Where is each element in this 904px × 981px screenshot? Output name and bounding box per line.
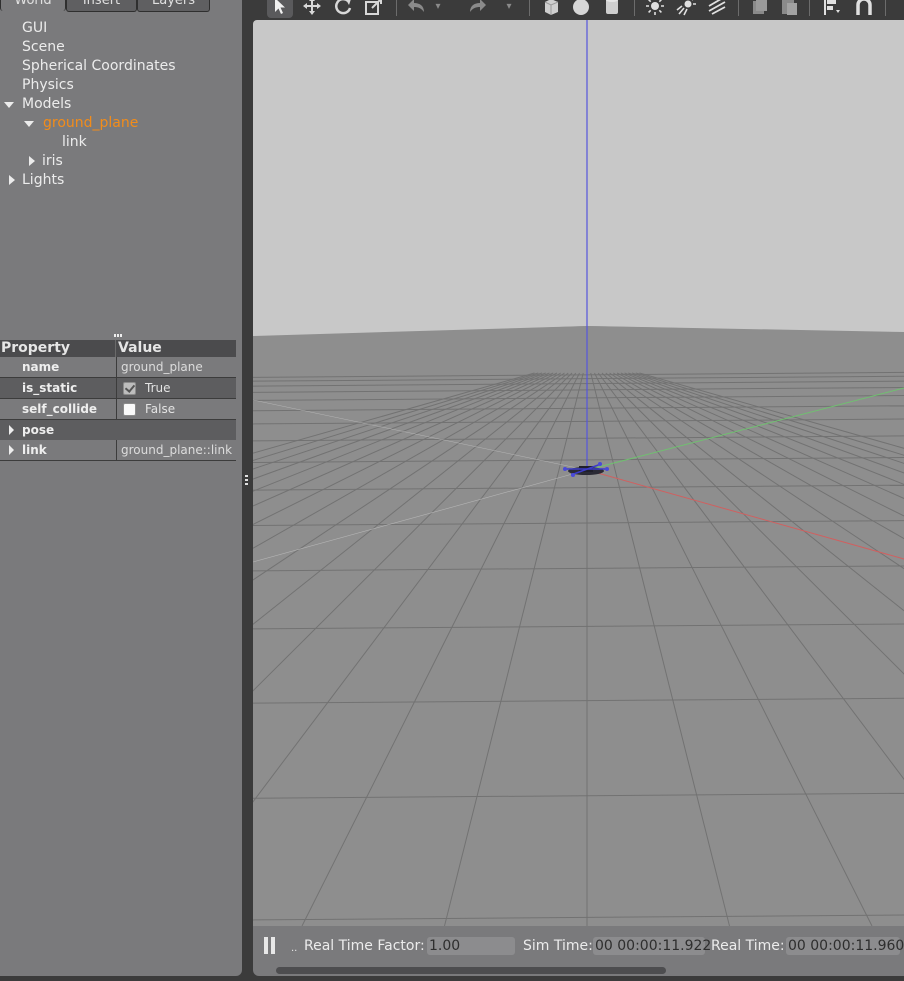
tree-item-scene[interactable]: Scene [22,38,65,57]
property-value[interactable]: ground_plane::link [121,440,232,460]
box-icon[interactable] [538,0,564,18]
tab-insert[interactable]: Insert [66,0,137,12]
toolbar-separator [885,0,886,16]
property-name: name [22,360,60,374]
property-row-is-static[interactable]: is_static True [0,378,236,399]
tree-item-lights[interactable]: Lights [22,171,64,190]
expand-arrow-lights-icon[interactable] [9,175,15,185]
property-row-pose[interactable]: pose [0,420,236,441]
header-property[interactable]: Property [1,340,70,357]
splitter-grip-icon[interactable] [245,475,249,487]
tree-item-link[interactable]: link [62,133,87,152]
toolbar-separator [738,0,739,16]
tab-world[interactable]: World [0,0,66,11]
column-divider [116,378,117,398]
bottom-bar: .. Real Time Factor: 1.00 Sim Time: 00 0… [253,926,904,976]
translate-icon[interactable] [299,0,325,18]
checkbox-label: True [145,381,171,395]
sphere-icon[interactable] [568,0,594,18]
3d-viewport[interactable] [253,20,904,926]
real-time-value: 00 00:00:11.960 [786,937,904,955]
expand-link-icon[interactable] [9,445,14,455]
rtf-value: 1.00 [427,937,515,955]
align-icon[interactable] [819,0,845,18]
redo-dropdown-icon[interactable]: ▾ [502,0,516,18]
property-row-self-collide[interactable]: self_collide False [0,399,236,420]
property-value[interactable]: ground_plane [121,357,203,377]
scrollbar-thumb[interactable] [276,967,666,974]
expand-arrow-ground-plane-icon[interactable] [24,121,34,127]
tab-layers[interactable]: Layers [137,0,210,12]
expand-arrow-iris-icon[interactable] [29,156,35,166]
toolbar: ▾ ▾ [253,0,904,20]
expand-pose-icon[interactable] [9,425,14,435]
vertical-splitter[interactable] [242,0,253,981]
real-time-label: Real Time: [711,938,785,954]
undo-icon[interactable] [403,0,429,18]
tree-item-gui[interactable]: GUI [22,19,47,38]
rtf-label: Real Time Factor: [304,938,425,954]
toolbar-separator [529,0,530,16]
sim-time-value: 00 00:00:11.922 [593,937,712,955]
header-divider [115,340,116,357]
pause-icon[interactable] [264,937,276,954]
toolbar-separator [396,0,397,16]
column-divider [116,357,117,377]
expand-arrow-models-icon[interactable] [4,102,14,108]
property-name: pose [22,423,55,437]
copy-icon[interactable] [746,0,772,18]
property-row-name[interactable]: name ground_plane [0,357,236,378]
property-name: self_collide [22,402,98,416]
property-name: is_static [22,381,78,395]
step-button[interactable]: .. [291,943,297,954]
is-static-checkbox[interactable] [123,382,136,395]
cylinder-icon[interactable] [599,0,625,18]
checkbox-label: False [145,402,176,416]
panel-splitter-handle[interactable] [114,334,123,338]
tree-item-physics[interactable]: Physics [22,76,74,95]
point-light-icon[interactable] [642,0,668,18]
sim-time-label: Sim Time: [523,938,593,954]
column-divider [116,399,117,419]
select-icon[interactable] [267,0,293,18]
property-table-header: Property Value [0,340,236,357]
tree-item-ground-plane[interactable]: ground_plane [43,114,138,133]
undo-dropdown-icon[interactable]: ▾ [431,0,445,18]
left-panel: World Insert Layers GUI Scene Spherical … [0,0,242,976]
scale-icon[interactable] [361,0,387,18]
tree-item-spherical-coordinates[interactable]: Spherical Coordinates [22,57,176,76]
tree-item-models[interactable]: Models [22,95,71,114]
redo-icon[interactable] [465,0,491,18]
tab-bar: World Insert Layers [0,0,242,12]
tree-item-iris[interactable]: iris [42,152,63,171]
column-divider [116,440,117,460]
paste-icon[interactable] [776,0,802,18]
rotate-icon[interactable] [330,0,356,18]
header-value[interactable]: Value [118,340,162,357]
toolbar-separator [634,0,635,16]
toolbar-separator [809,0,810,16]
property-name: link [22,443,47,457]
self-collide-checkbox[interactable] [123,403,136,416]
snap-icon[interactable] [851,0,877,18]
spot-light-icon[interactable] [673,0,699,18]
directional-light-icon[interactable] [704,0,730,18]
scene-render [253,20,904,926]
property-row-link[interactable]: link ground_plane::link [0,440,236,461]
